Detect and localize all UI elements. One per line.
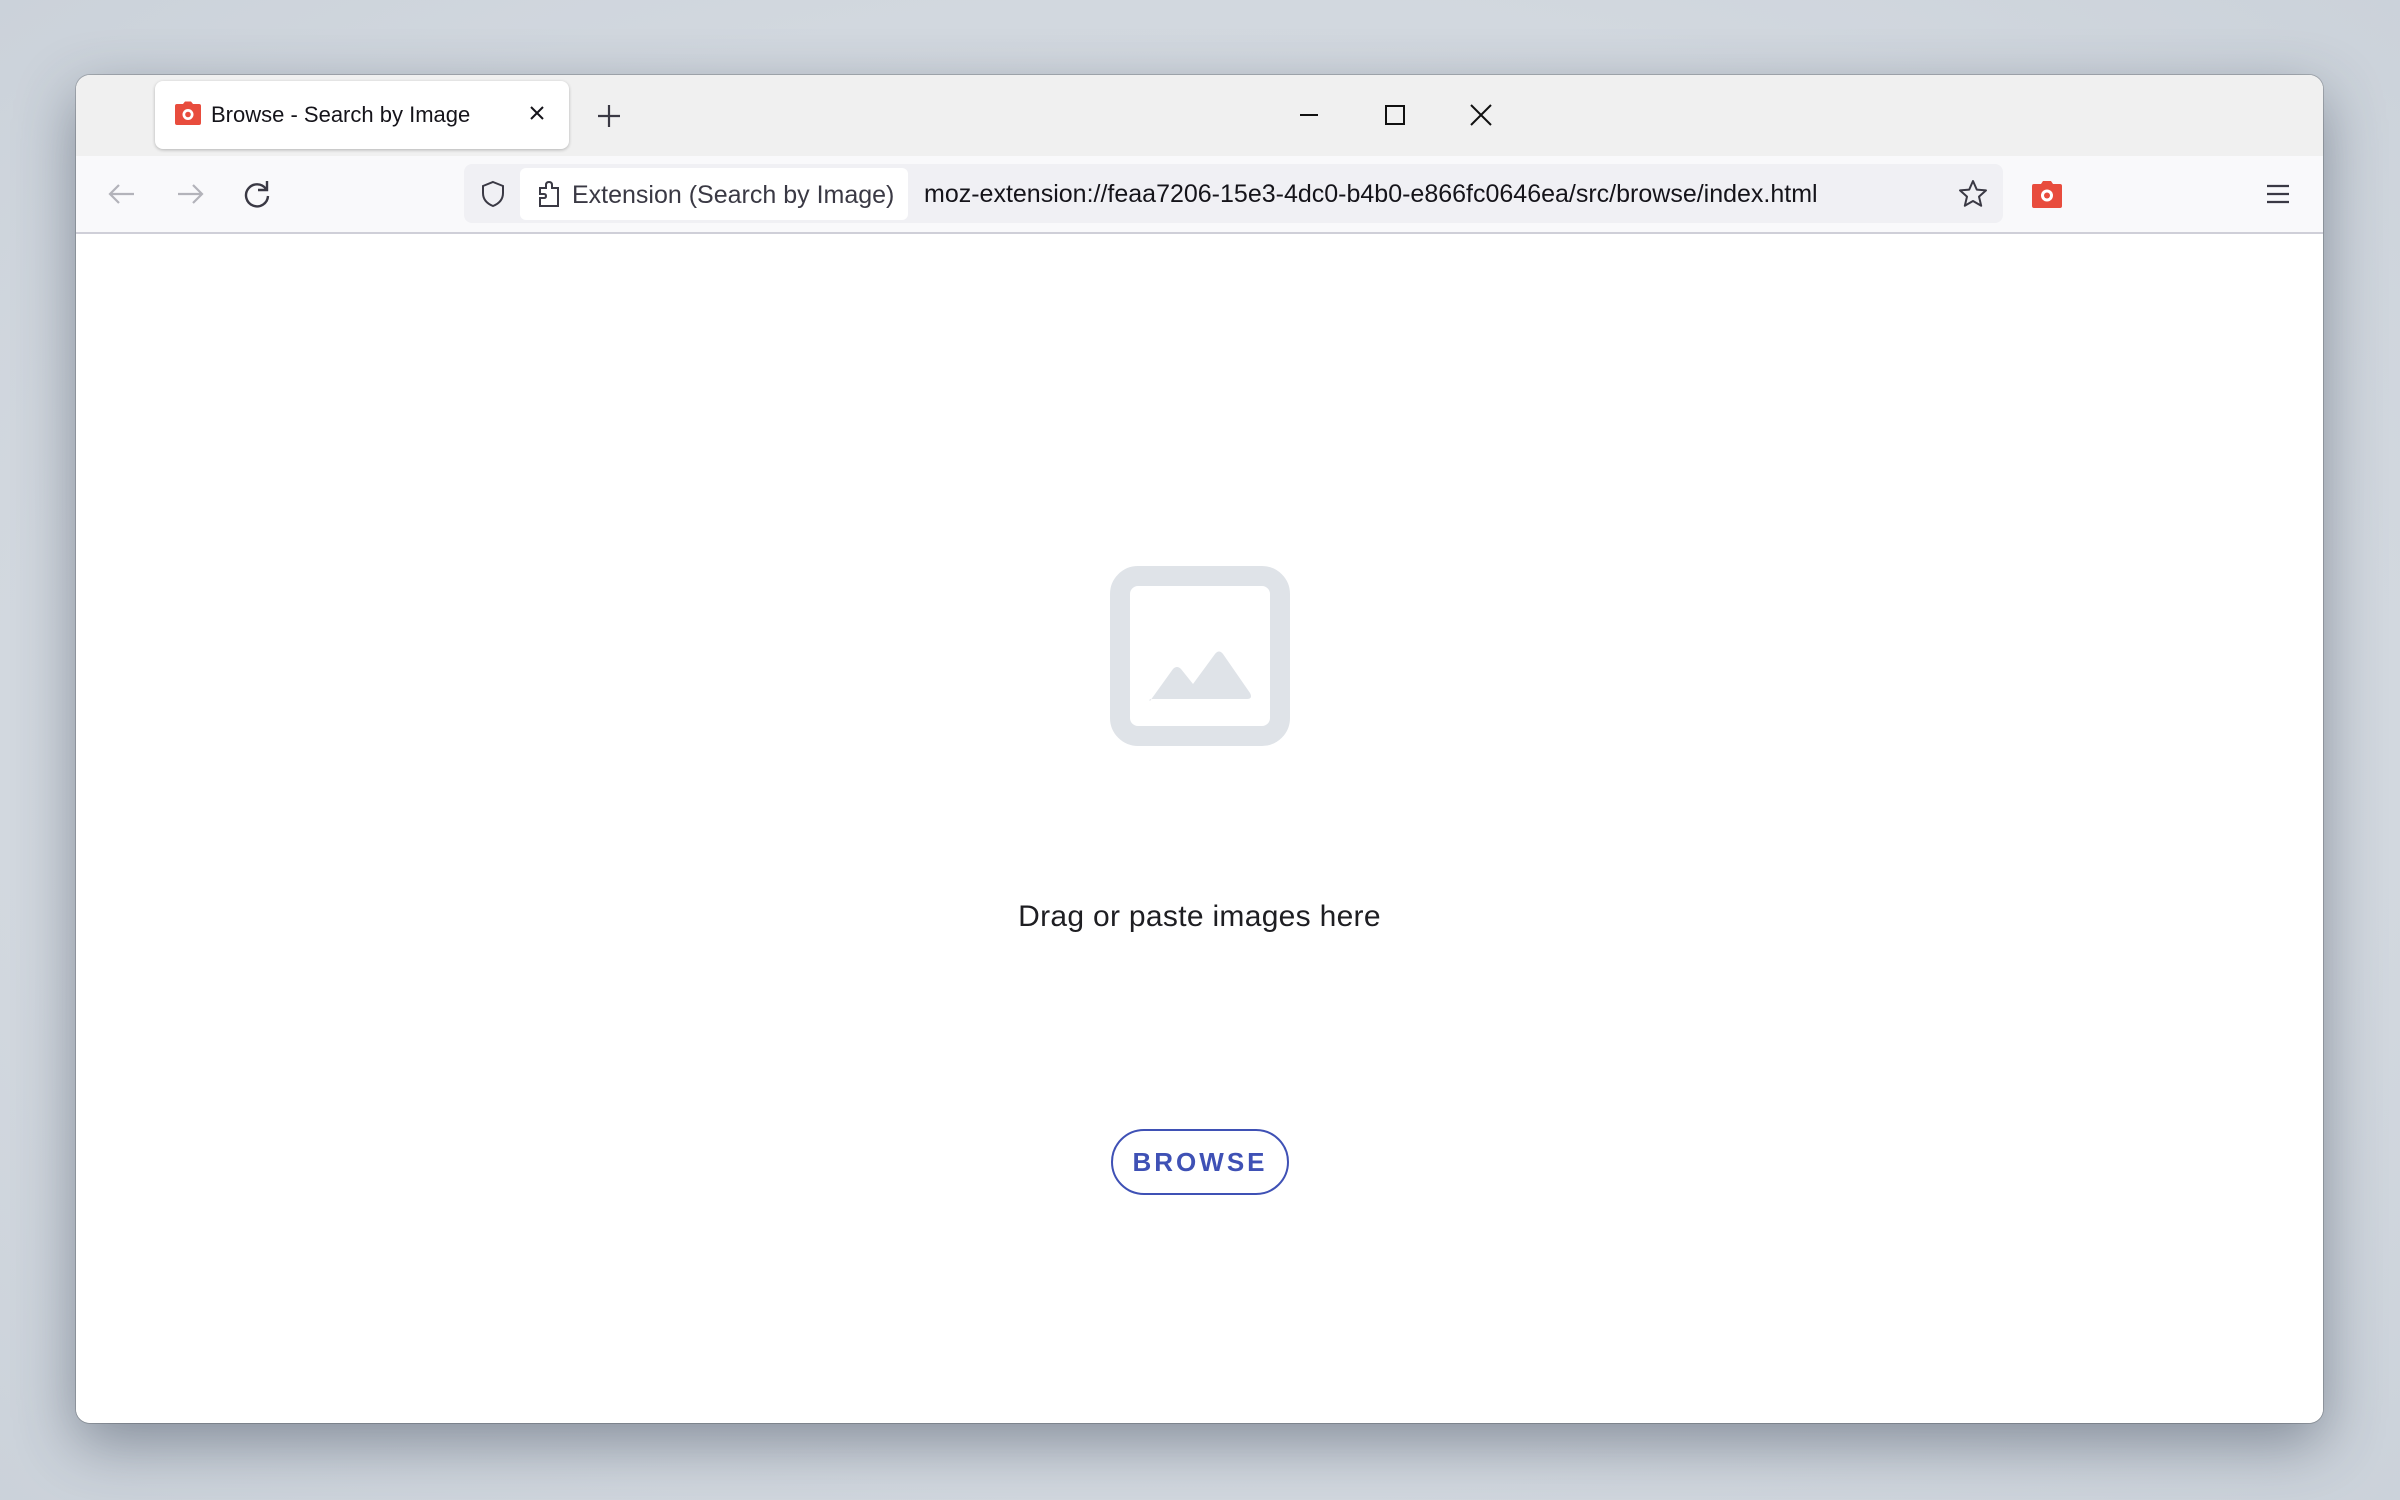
address-bar[interactable]: Extension (Search by Image) moz-extensio… <box>464 164 2003 223</box>
reload-icon[interactable] <box>239 176 275 212</box>
browse-button[interactable]: BROWSE <box>1111 1129 1289 1195</box>
navigation-toolbar: Extension (Search by Image) moz-extensio… <box>76 156 2323 234</box>
shield-icon[interactable] <box>478 179 508 209</box>
search-by-image-extension-icon[interactable] <box>2032 180 2062 208</box>
identity-box[interactable]: Extension (Search by Image) <box>520 168 908 220</box>
close-tab-icon[interactable] <box>523 99 551 127</box>
forward-arrow-icon[interactable] <box>172 176 208 212</box>
close-window-icon[interactable] <box>1461 95 1501 135</box>
back-arrow-icon[interactable] <box>104 176 140 212</box>
page-content[interactable]: Drag or paste images here BROWSE <box>76 234 2323 1423</box>
star-icon[interactable] <box>1957 178 1989 210</box>
tab-title: Browse - Search by Image <box>211 102 471 127</box>
image-placeholder-icon <box>1110 566 1290 746</box>
maximize-icon[interactable] <box>1375 95 1415 135</box>
hamburger-menu-icon[interactable] <box>2262 178 2294 210</box>
new-tab-plus-icon[interactable] <box>592 99 626 133</box>
drop-zone-text: Drag or paste images here <box>1018 900 1381 933</box>
browser-window: Browse - Search by Image Extension (Sear… <box>76 75 2323 1423</box>
title-bar: Browse - Search by Image <box>76 75 2323 156</box>
camera-icon <box>175 101 201 125</box>
minimize-icon[interactable] <box>1289 95 1329 135</box>
puzzle-icon <box>536 180 564 208</box>
identity-label: Extension (Search by Image) <box>572 181 895 209</box>
url-text[interactable]: moz-extension://feaa7206-15e3-4dc0-b4b0-… <box>924 180 1818 209</box>
tab-browse-search-by-image[interactable]: Browse - Search by Image <box>155 81 569 149</box>
